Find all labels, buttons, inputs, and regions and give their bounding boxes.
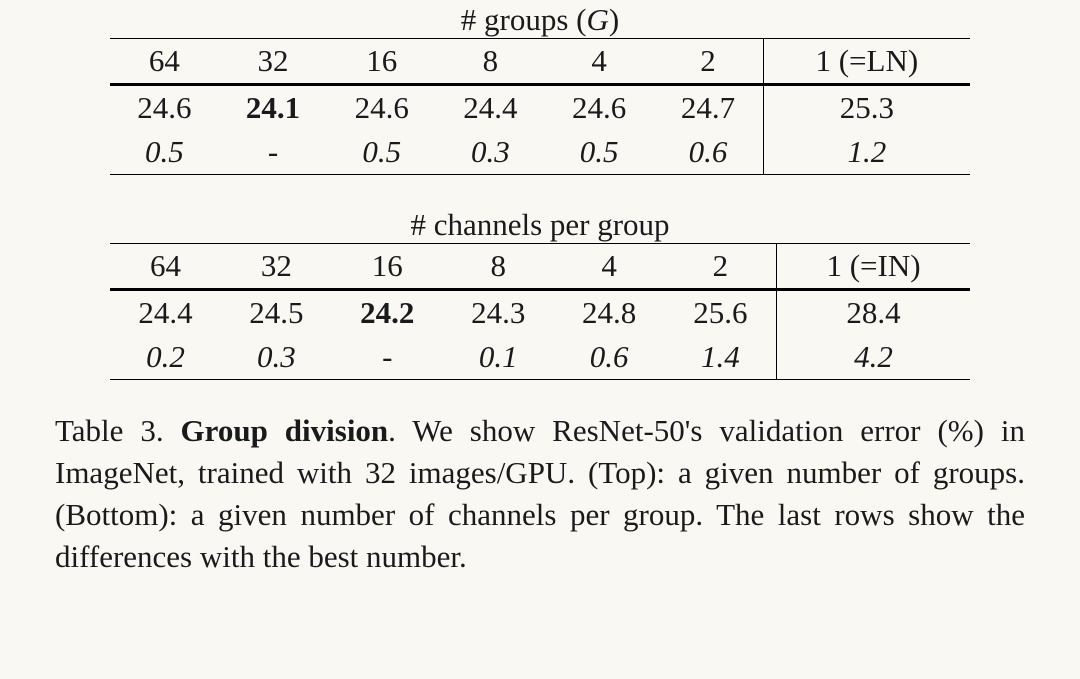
table-caption: Table 3. Group division. We show ResNet-… xyxy=(55,410,1025,577)
t1-f2: 0.5 xyxy=(327,130,436,175)
t2-h1: 32 xyxy=(221,244,332,290)
table-2-wrap: # channels per group 64 32 16 8 4 2 1 (=… xyxy=(110,203,970,380)
table-2-header-row: 64 32 16 8 4 2 1 (=IN) xyxy=(110,244,970,290)
spacer xyxy=(55,175,1025,203)
t2-f0: 0.2 xyxy=(110,335,221,380)
t2-d2: 24.2 xyxy=(332,290,443,336)
title1-prefix: # groups ( xyxy=(461,2,587,37)
t1-h4: 4 xyxy=(545,39,654,85)
t1-d3: 24.4 xyxy=(436,85,545,131)
t1-f0: 0.5 xyxy=(110,130,219,175)
t2-d6: 28.4 xyxy=(777,290,970,336)
t1-f3: 0.3 xyxy=(436,130,545,175)
caption-title: Group division xyxy=(181,413,389,448)
t1-f6: 1.2 xyxy=(763,130,970,175)
table-1-header-row: 64 32 16 8 4 2 1 (=LN) xyxy=(110,39,970,85)
t2-d4: 24.8 xyxy=(554,290,665,336)
t1-d6: 25.3 xyxy=(763,85,970,131)
t1-d1: 24.1 xyxy=(219,85,328,131)
t2-f2: - xyxy=(332,335,443,380)
table-groups: # groups (G) 64 32 16 8 4 2 1 (=LN) 24.6… xyxy=(110,0,970,175)
t2-h0: 64 xyxy=(110,244,221,290)
t2-h5: 2 xyxy=(665,244,777,290)
t2-d0: 24.4 xyxy=(110,290,221,336)
t1-f1: - xyxy=(219,130,328,175)
t2-f3: 0.1 xyxy=(443,335,554,380)
t1-h6: 1 (=LN) xyxy=(763,39,970,85)
title1-suffix: ) xyxy=(609,2,619,37)
table-channels: # channels per group 64 32 16 8 4 2 1 (=… xyxy=(110,203,970,380)
table-1-title-row: # groups (G) xyxy=(110,0,970,39)
t1-f5: 0.6 xyxy=(653,130,763,175)
t1-d4: 24.6 xyxy=(545,85,654,131)
table-1-wrap: # groups (G) 64 32 16 8 4 2 1 (=LN) 24.6… xyxy=(110,0,970,175)
t1-d0: 24.6 xyxy=(110,85,219,131)
t2-d1: 24.5 xyxy=(221,290,332,336)
table-2-diff-row: 0.2 0.3 - 0.1 0.6 1.4 4.2 xyxy=(110,335,970,380)
t2-d5: 25.6 xyxy=(665,290,777,336)
table-2-title-row: # channels per group xyxy=(110,203,970,244)
table-2-data-row: 24.4 24.5 24.2 24.3 24.8 25.6 28.4 xyxy=(110,290,970,336)
t2-f5: 1.4 xyxy=(665,335,777,380)
paper-figure: # groups (G) 64 32 16 8 4 2 1 (=LN) 24.6… xyxy=(0,0,1080,679)
t1-h5: 2 xyxy=(653,39,763,85)
table-1-title: # groups (G) xyxy=(110,0,970,39)
t2-h3: 8 xyxy=(443,244,554,290)
caption-lead: Table 3. xyxy=(55,413,181,448)
t1-f4: 0.5 xyxy=(545,130,654,175)
t2-h2: 16 xyxy=(332,244,443,290)
t1-h0: 64 xyxy=(110,39,219,85)
table-1-data-row: 24.6 24.1 24.6 24.4 24.6 24.7 25.3 xyxy=(110,85,970,131)
t2-f4: 0.6 xyxy=(554,335,665,380)
title1-g: G xyxy=(587,2,609,37)
t2-h6: 1 (=IN) xyxy=(777,244,970,290)
t2-f1: 0.3 xyxy=(221,335,332,380)
t1-d2: 24.6 xyxy=(327,85,436,131)
t2-h4: 4 xyxy=(554,244,665,290)
table-2-title: # channels per group xyxy=(110,203,970,244)
t1-h3: 8 xyxy=(436,39,545,85)
table-1-diff-row: 0.5 - 0.5 0.3 0.5 0.6 1.2 xyxy=(110,130,970,175)
t2-f6: 4.2 xyxy=(777,335,970,380)
t2-d3: 24.3 xyxy=(443,290,554,336)
t1-d5: 24.7 xyxy=(653,85,763,131)
t1-h1: 32 xyxy=(219,39,328,85)
t1-h2: 16 xyxy=(327,39,436,85)
